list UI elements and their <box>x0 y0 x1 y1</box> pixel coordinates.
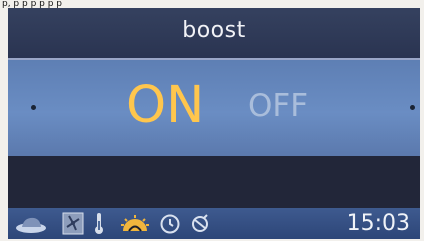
clock-display: 15:03 <box>346 211 410 236</box>
empty-content-area <box>8 156 420 208</box>
page-top-text: p, p p p p p p <box>2 0 63 8</box>
seat-icon <box>13 211 49 236</box>
title-bar: boost <box>8 8 420 58</box>
timer-icon <box>158 211 182 236</box>
left-scroll-marker-icon <box>31 105 36 110</box>
climate-display-screen: boost ON OFF 15:03 <box>8 8 420 239</box>
option-off[interactable]: OFF <box>248 86 308 126</box>
page-title: boost <box>182 18 246 43</box>
right-scroll-marker-icon <box>410 105 415 110</box>
thermometer-icon <box>92 211 106 236</box>
fan-icon <box>62 211 84 236</box>
status-bar: 15:03 <box>8 208 420 239</box>
temperature-icon <box>186 211 214 236</box>
boost-toggle-row[interactable]: ON OFF <box>8 60 420 156</box>
sun-icon <box>118 211 152 236</box>
option-on[interactable]: ON <box>126 76 204 136</box>
